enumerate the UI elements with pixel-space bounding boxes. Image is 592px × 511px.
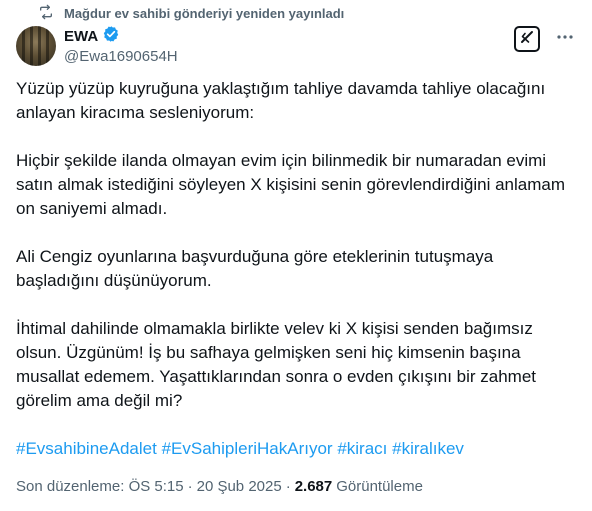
author-handle[interactable]: @Ewa1690654H [64, 48, 178, 65]
views-count: 2.687 [294, 478, 333, 495]
tweet-text: Yüzüp yüzüp kuyruğuna yaklaştığım tahliy… [16, 77, 576, 461]
hashtag-link[interactable]: #kiracı [337, 439, 387, 458]
grok-icon [519, 29, 535, 50]
tweet-paragraph: İhtimal dahilinde olmamakla birlikte vel… [16, 319, 537, 410]
hashtag-link[interactable]: #kiralıkev [392, 439, 464, 458]
more-horizontal-icon [556, 28, 574, 51]
hashtag-link[interactable]: #EvSahipleriHakArıyor [162, 439, 333, 458]
edited-timestamp[interactable]: Son düzenleme: ÖS 5:15 [16, 478, 184, 495]
views-label: Görüntüleme [336, 478, 423, 495]
tweet-header: EWA @Ewa1690654H [16, 24, 576, 66]
tweet-paragraph: Hiçbir şekilde ilanda olmayan evim için … [16, 151, 565, 218]
avatar[interactable] [16, 26, 56, 66]
tweet-date[interactable]: 20 Şub 2025 [197, 478, 282, 495]
verified-badge-icon [102, 25, 120, 48]
meta-separator: · [285, 478, 291, 495]
tweet-paragraph: Yüzüp yüzüp kuyruğuna yaklaştığım tahliy… [16, 79, 546, 122]
hashtag-link[interactable]: #EvsahibineAdalet [16, 439, 157, 458]
tweet-meta: Son düzenleme: ÖS 5:15 · 20 Şub 2025 · 2… [16, 478, 423, 495]
author-display-name[interactable]: EWA [64, 28, 98, 45]
meta-separator: · [187, 478, 193, 495]
tweet-paragraph: Ali Cengiz oyunlarına başvurduğuna göre … [16, 247, 494, 290]
more-options-button[interactable] [554, 28, 576, 50]
repost-indicator[interactable]: Mağdur ev sahibi gönderiyi yeniden yayın… [38, 4, 344, 22]
author-info[interactable]: EWA @Ewa1690654H [64, 25, 178, 65]
repost-label: Mağdur ev sahibi gönderiyi yeniden yayın… [64, 5, 345, 21]
grok-button[interactable] [514, 26, 540, 52]
hashtag-list: #EvsahibineAdalet #EvSahipleriHakArıyor … [16, 437, 576, 461]
repost-icon [38, 4, 54, 23]
